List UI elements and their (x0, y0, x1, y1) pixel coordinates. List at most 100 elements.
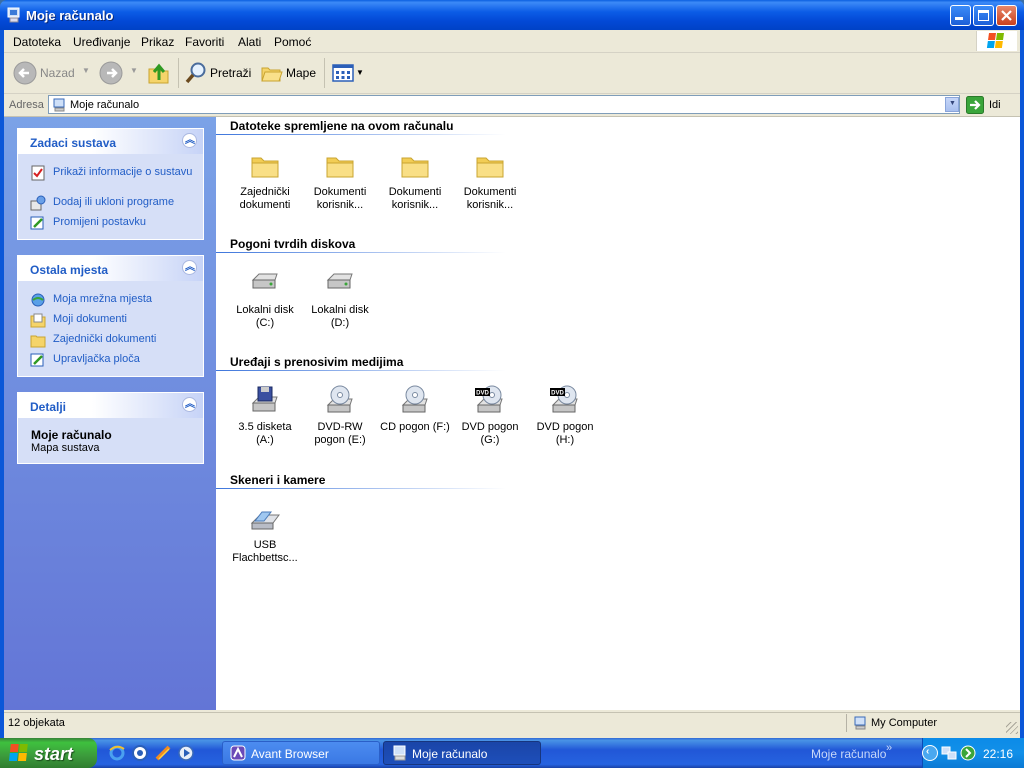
search-button[interactable]: Pretraži (182, 60, 252, 86)
system-info-icon (31, 165, 45, 181)
go-button[interactable]: Idi (966, 96, 1016, 114)
network-icon[interactable] (941, 745, 957, 761)
search-icon (185, 62, 206, 84)
chevron-right-icon[interactable]: » (886, 742, 892, 754)
task-change-setting[interactable]: Promijeni postavku (30, 215, 200, 230)
menu-help[interactable]: Pomoć (274, 35, 311, 49)
forward-button[interactable]: ▼ (98, 60, 140, 86)
folder-icon (326, 157, 354, 178)
menu-tools[interactable]: Alati (238, 35, 261, 49)
item-label-line1: Lokalni disk (236, 304, 294, 316)
menu-file[interactable]: Datoteka (13, 35, 61, 49)
quicklaunch-icon-3[interactable] (154, 744, 172, 762)
system-tasks-header[interactable]: Zadaci sustava ︽ (18, 129, 203, 154)
other-places-header[interactable]: Ostala mjesta ︽ (18, 256, 203, 281)
menu-favorites[interactable]: Favoriti (185, 35, 224, 49)
address-input[interactable]: Moje računalo ▼ (48, 95, 960, 114)
task-view-system-info[interactable]: Prikaži informacije o sustavu (30, 165, 200, 193)
my-documents-icon (30, 313, 46, 328)
item-label-line2: (H:) (555, 434, 575, 446)
item-label-line2: pogon (E:) (314, 434, 366, 446)
back-button[interactable]: Nazad ▼ (10, 60, 90, 86)
place-label: Moji dokumenti (53, 313, 127, 325)
folder-item[interactable]: Zajednički dokumenti (228, 150, 302, 212)
start-label: start (34, 744, 74, 764)
item-label-line2: (D:) (330, 317, 350, 329)
system-tasks-title: Zadaci sustava (30, 136, 117, 150)
taskbar-button-avant-browser[interactable]: Avant Browser (222, 741, 380, 765)
drive-item[interactable]: 3.5 disketa (A:) (228, 385, 302, 447)
address-value: Moje računalo (70, 99, 140, 111)
item-label-line1: Dokumenti (313, 186, 367, 198)
chevron-up-icon: ︽ (185, 262, 195, 273)
maximize-button[interactable] (973, 5, 994, 26)
views-button[interactable]: ▼ (329, 60, 365, 86)
up-folder-button[interactable] (146, 60, 172, 86)
place-control-panel[interactable]: Upravljačka ploča (30, 352, 200, 367)
go-label: Idi (989, 99, 1001, 111)
task-add-remove-programs[interactable]: Dodaj ili ukloni programe (30, 195, 200, 211)
item-label-line2: korisnik... (316, 199, 364, 211)
tray-expand-button[interactable]: ‹ (922, 745, 938, 761)
collapse-button[interactable]: ︽ (182, 133, 197, 148)
close-button[interactable] (996, 5, 1017, 26)
collapse-button[interactable]: ︽ (182, 260, 197, 275)
toolbar-separator (324, 58, 325, 88)
forward-dropdown-icon: ▼ (130, 66, 138, 75)
folder-item[interactable]: Dokumenti korisnik... (378, 150, 452, 212)
place-label: Upravljačka ploča (53, 353, 140, 365)
clock[interactable]: 22:16 (983, 747, 1013, 761)
place-my-network[interactable]: Moja mrežna mjesta (30, 292, 200, 307)
collapse-button[interactable]: ︽ (182, 397, 197, 412)
maximize-icon (978, 10, 989, 21)
item-label-line1: DVD pogon (461, 421, 519, 433)
status-divider (846, 714, 847, 732)
item-label-line1: 3.5 disketa (238, 421, 292, 433)
folder-item[interactable]: Dokumenti korisnik... (303, 150, 377, 212)
taskbar-button-label: Moje računalo (412, 747, 488, 761)
details-description: Mapa sustava (31, 442, 100, 454)
group-title-scanners: Skeneri i kamere (230, 473, 326, 487)
drive-item[interactable]: DVD DVD pogon (G:) (453, 385, 527, 447)
ie-launch-button[interactable] (108, 744, 126, 762)
item-label-line2: Flachbettsc... (232, 552, 298, 564)
quicklaunch-icon-4[interactable] (177, 744, 195, 762)
folders-button[interactable]: Mape (258, 60, 318, 86)
back-dropdown-icon: ▼ (82, 66, 90, 75)
chevron-left-icon: ‹ (926, 746, 930, 757)
up-folder-icon (148, 63, 169, 84)
window-title: Moje računalo (26, 8, 114, 23)
drive-item[interactable]: Lokalni disk (C:) (228, 268, 302, 330)
quicklaunch-icon-2[interactable] (131, 744, 149, 762)
place-shared-documents[interactable]: Zajednički dokumenti (30, 332, 200, 348)
folder-item[interactable]: Dokumenti korisnik... (453, 150, 527, 212)
title-bar[interactable]: Moje računalo (0, 0, 1024, 30)
place-my-documents[interactable]: Moji dokumenti (30, 312, 200, 328)
windows-logo (976, 31, 1017, 51)
taskbar-button-my-computer[interactable]: Moje računalo (383, 741, 541, 765)
task-label: Prikaži informacije o sustavu (53, 166, 193, 178)
item-label-line2: (A:) (256, 434, 274, 446)
update-icon[interactable] (960, 745, 976, 761)
menu-view[interactable]: Prikaz (141, 35, 174, 49)
menu-edit[interactable]: Uređivanje (73, 35, 130, 49)
avant-browser-icon (230, 745, 246, 761)
scanner-item[interactable]: USB Flachbettsc... (228, 503, 302, 565)
address-dropdown-button[interactable]: ▼ (945, 97, 959, 112)
minimize-button[interactable] (950, 5, 971, 26)
item-label-line1: Lokalni disk (311, 304, 369, 316)
drive-item[interactable]: DVD-RW pogon (E:) (303, 385, 377, 447)
drive-item[interactable]: Lokalni disk (D:) (303, 268, 377, 330)
item-label-line2: dokumenti (239, 199, 291, 211)
item-label-line1: USB (253, 539, 277, 551)
details-header[interactable]: Detalji ︽ (18, 393, 203, 418)
folder-icon (251, 157, 279, 178)
taskbar-toolbar-label[interactable]: Moje računalo (811, 747, 886, 761)
add-remove-programs-icon (30, 195, 46, 211)
drive-item[interactable]: DVD DVD pogon (H:) (528, 385, 602, 447)
dvd-drive-icon: DVD (550, 385, 578, 413)
drive-item[interactable]: CD pogon (F:) (378, 385, 452, 447)
resize-grip[interactable] (1006, 722, 1018, 734)
optical-drive-icon (401, 385, 428, 413)
group-title-removable: Uređaji s prenosivim medijima (230, 355, 404, 369)
